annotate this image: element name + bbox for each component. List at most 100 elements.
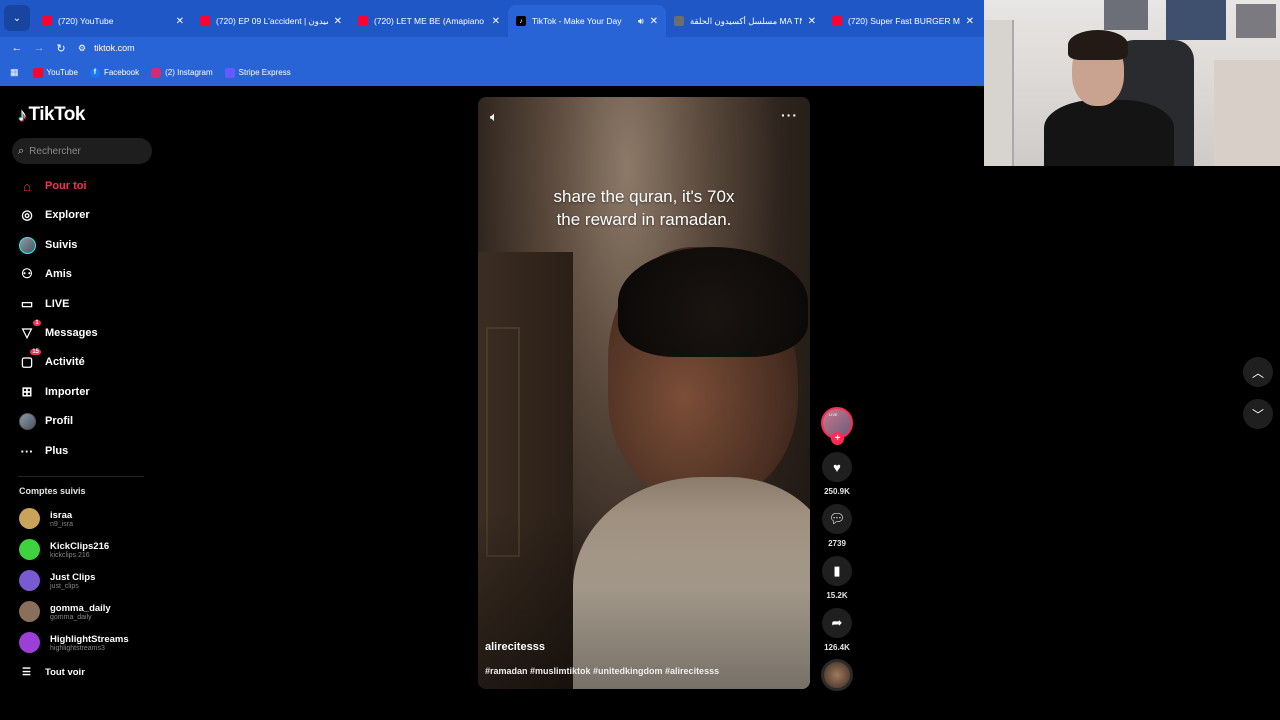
back-arrow-icon[interactable]: ←: [6, 42, 28, 54]
volume-icon[interactable]: 🔈︎: [490, 109, 498, 125]
nav-live[interactable]: ▭ LIVE: [18, 293, 70, 315]
previous-video-button[interactable]: ︿: [1243, 357, 1273, 387]
account-avatar: [19, 570, 40, 591]
following-account[interactable]: KickClips216 kickclips.216: [19, 539, 109, 560]
messages-icon: ▽ 1: [18, 320, 41, 342]
nav-label: Pour toi: [45, 180, 87, 192]
more-options-icon[interactable]: ···: [781, 107, 798, 123]
nav-suivis[interactable]: Suivis: [18, 234, 77, 256]
close-icon[interactable]: ✕: [808, 16, 816, 27]
account-name: israa: [50, 509, 73, 521]
bookmark-label: (2) Instagram: [165, 68, 213, 77]
webcam-background: [1166, 0, 1226, 40]
site-info-icon[interactable]: ⚙: [78, 43, 86, 54]
browser-toolbar: ← → ↻ ⚙ tiktok.com: [0, 37, 984, 59]
search-input[interactable]: ⌕ Rechercher: [12, 138, 152, 164]
speaker-icon[interactable]: 🔊︎: [638, 16, 644, 27]
comment-icon: 💬︎: [822, 504, 852, 534]
comment-button[interactable]: 💬︎ 2739: [821, 504, 853, 548]
chevron-down-icon: ﹀: [1251, 407, 1264, 422]
account-avatar: [19, 632, 40, 653]
browser-tab[interactable]: (720) EP 09 L'accident | أكسيدون ✕: [192, 5, 350, 37]
nav-activite[interactable]: ▢ 15 Activité: [18, 349, 85, 373]
search-icon: ⌕: [18, 144, 25, 157]
reload-icon[interactable]: ↻: [50, 42, 72, 55]
close-icon[interactable]: ✕: [966, 16, 974, 27]
account-avatar: [19, 539, 40, 560]
bookmarks-bar: ▦ YouTube f Facebook (2) Instagram Strip…: [0, 59, 984, 86]
forward-arrow-icon[interactable]: →: [28, 42, 50, 54]
nav-label: Importer: [45, 386, 90, 398]
caption-line: share the quran, it's 70x: [553, 187, 735, 206]
like-button[interactable]: ♥ 250.9K: [821, 452, 853, 496]
webcam-overlay: [984, 0, 1280, 166]
facebook-icon: f: [89, 67, 100, 78]
see-all-button[interactable]: ☰ Tout voir: [22, 667, 85, 678]
browser-tab[interactable]: (720) Super Fast BURGER MAKI ✕: [824, 5, 982, 37]
video-player[interactable]: 🔈︎ ··· share the quran, it's 70x the rew…: [478, 97, 810, 689]
browser-tab[interactable]: (720) LET ME BE (Amapiano Da ✕: [350, 5, 508, 37]
nav-pour-toi[interactable]: ⌂ Pour toi: [18, 175, 87, 197]
bookmark-facebook[interactable]: f Facebook: [89, 67, 139, 78]
next-video-button[interactable]: ﹀: [1243, 399, 1273, 429]
close-icon[interactable]: ✕: [176, 16, 184, 27]
activity-icon: ▢ 15: [20, 349, 41, 369]
youtube-icon: [358, 16, 368, 26]
following-account[interactable]: Just Clips just_clips: [19, 570, 95, 591]
nav-amis[interactable]: ⚇ Amis: [18, 263, 72, 285]
nav-messages[interactable]: ▽ 1 Messages: [18, 320, 98, 344]
nav-label: Amis: [45, 268, 72, 280]
tiktok-icon: ♪: [516, 16, 526, 26]
tab-search-button[interactable]: ⌄: [4, 5, 30, 31]
follow-plus-icon[interactable]: +: [831, 432, 844, 445]
bookmark-youtube[interactable]: YouTube: [32, 67, 78, 78]
following-section-title: Comptes suivis: [19, 486, 86, 496]
video-hashtags[interactable]: #ramadan #muslimtiktok #unitedkingdom #a…: [485, 666, 719, 676]
nav-label: Suivis: [45, 239, 78, 251]
sidebar: ♪ TikTok ⌕ Rechercher ⌂ Pour toi ◎ Explo…: [0, 86, 160, 720]
nav-explorer[interactable]: ◎ Explorer: [18, 204, 90, 226]
youtube-icon: [200, 16, 210, 26]
close-icon[interactable]: ✕: [650, 16, 658, 27]
following-account[interactable]: HighlightStreams highlightstreams3: [19, 632, 129, 653]
webcam-person: [1068, 30, 1128, 60]
browser-tab[interactable]: مسلسل أكسيدون الحلقة MA TN ✕: [666, 5, 824, 37]
account-avatar: [19, 601, 40, 622]
browser-tab-active[interactable]: ♪ TikTok - Make Your Day 🔊︎ ✕: [508, 5, 666, 37]
bookmark-label: Stripe Express: [238, 68, 291, 77]
save-count: 15.2K: [826, 591, 848, 600]
nav-importer[interactable]: ⊞ Importer: [18, 381, 90, 403]
nav-label: LIVE: [45, 298, 70, 310]
music-disc-icon[interactable]: [821, 659, 853, 691]
following-account[interactable]: gomma_daily gomma_daily: [19, 601, 111, 622]
tiktok-logo[interactable]: ♪ TikTok: [18, 104, 85, 126]
messages-badge: 1: [33, 320, 41, 326]
account-name: KickClips216: [50, 540, 110, 552]
apps-grid-icon[interactable]: ▦: [10, 67, 19, 78]
close-icon[interactable]: ✕: [334, 16, 342, 27]
nav-label: Explorer: [45, 209, 90, 221]
compass-icon: ◎: [21, 207, 33, 222]
youtube-icon: [32, 67, 43, 78]
account-handle: kickclips.216: [50, 551, 90, 559]
video-author[interactable]: alirecitesss: [485, 641, 545, 653]
divider: [18, 476, 144, 477]
address-bar[interactable]: ⚙ tiktok.com: [78, 43, 135, 54]
generic-icon: [674, 16, 684, 26]
chevron-up-icon: ︿: [1251, 365, 1264, 380]
nav-label: Plus: [45, 445, 69, 457]
following-account[interactable]: israa n9_isra: [19, 508, 73, 529]
share-button[interactable]: ➦ 126.4K: [821, 608, 853, 652]
bookmark-stripe[interactable]: Stripe Express: [224, 67, 291, 78]
save-button[interactable]: ▮ 15.2K: [821, 556, 853, 600]
account-name: HighlightStreams: [50, 633, 129, 645]
nav-profil[interactable]: Profil: [18, 410, 73, 432]
live-badge: LIVE: [829, 412, 838, 417]
caption-line: the reward in ramadan.: [556, 210, 732, 229]
bookmark-instagram[interactable]: (2) Instagram: [151, 67, 213, 78]
account-handle: n9_isra: [50, 520, 73, 528]
search-placeholder: Rechercher: [29, 145, 81, 157]
nav-plus[interactable]: ··· Plus: [18, 440, 69, 462]
browser-tab[interactable]: (720) YouTube ✕: [34, 5, 192, 37]
close-icon[interactable]: ✕: [492, 16, 500, 27]
